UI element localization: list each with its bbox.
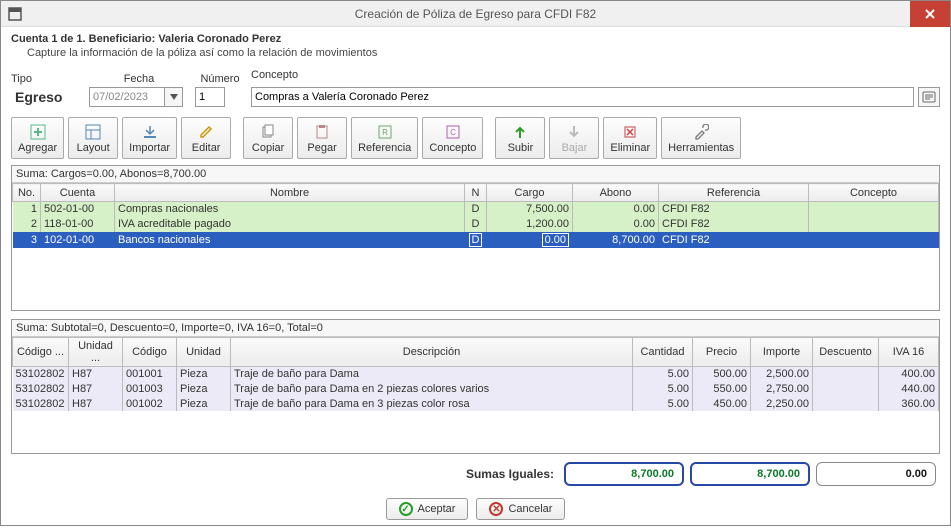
table-row[interactable]: 53102802 H87 001002 Pieza Traje de baño … [13,396,939,411]
layout-button[interactable]: Layout [68,117,118,159]
copiar-button[interactable]: Copiar [243,117,293,159]
detalle-summary: Suma: Subtotal=0, Descuento=0, Importe=0… [12,320,939,337]
label-fecha: Fecha [89,73,189,85]
table-row[interactable]: 2 118-01-00 IVA acreditable pagado D 1,2… [13,217,939,232]
col-cuenta[interactable]: Cuenta [41,184,115,202]
col-abono[interactable]: Abono [573,184,659,202]
fecha-dropdown-button[interactable] [165,87,183,107]
cancel-icon: ✕ [489,502,503,516]
movimientos-panel: Suma: Cargos=0.00, Abonos=8,700.00 No. C… [11,165,940,311]
pegar-button[interactable]: Pegar [297,117,347,159]
concepto-input[interactable] [251,87,914,107]
dialog-window: Creación de Póliza de Egreso para CFDI F… [0,0,951,526]
col-cargo[interactable]: Cargo [487,184,573,202]
movimientos-summary: Suma: Cargos=0.00, Abonos=8,700.00 [12,166,939,183]
titlebar: Creación de Póliza de Egreso para CFDI F… [1,1,950,27]
copy-icon [259,123,277,141]
paste-icon [313,123,331,141]
detalle-grid[interactable]: Código ... Unidad ... Código Unidad Desc… [12,337,939,412]
import-icon [141,123,159,141]
col-concepto[interactable]: Concepto [809,184,939,202]
movimientos-grid[interactable]: No. Cuenta Nombre N Cargo Abono Referenc… [12,183,939,248]
delete-icon [621,123,639,141]
table-row[interactable]: 53102802 H87 001001 Pieza Traje de baño … [13,366,939,381]
totals-label: Sumas Iguales: [466,467,554,481]
account-beneficiary-text: Cuenta 1 de 1. Beneficiario: Valeria Cor… [11,33,940,45]
instructions-text: Capture la información de la póliza así … [11,47,940,59]
toolbar: Agregar Layout Importar Editar Copiar Pe… [1,113,950,165]
form-row: Tipo Egreso Fecha Número Concepto [1,61,950,113]
totals-diff: 0.00 [816,462,936,486]
table-row[interactable]: 53102802 H87 001003 Pieza Traje de baño … [13,381,939,396]
col-precio[interactable]: Precio [693,337,751,366]
totals-abonos: 8,700.00 [690,462,810,486]
col-referencia[interactable]: Referencia [659,184,809,202]
herramientas-button[interactable]: Herramientas [661,117,741,159]
col-cantidad[interactable]: Cantidad [633,337,693,366]
col-descripcion[interactable]: Descripción [231,337,633,366]
detalle-header-row: Código ... Unidad ... Código Unidad Desc… [13,337,939,366]
movimientos-empty-area [12,248,939,310]
col-unidad[interactable]: Unidad [177,337,231,366]
eliminar-button[interactable]: Eliminar [603,117,657,159]
detalle-empty-area [12,411,939,453]
reference-icon: R [376,123,394,141]
col-unidad-sat[interactable]: Unidad ... [69,337,123,366]
app-icon [7,6,23,22]
importar-button[interactable]: Importar [122,117,177,159]
concept-icon: C [444,123,462,141]
detalle-panel: Suma: Subtotal=0, Descuento=0, Importe=0… [11,319,940,455]
table-row[interactable]: 1 502-01-00 Compras nacionales D 7,500.0… [13,202,939,217]
svg-text:R: R [382,128,388,137]
check-icon: ✓ [399,502,413,516]
movimientos-header-row: No. Cuenta Nombre N Cargo Abono Referenc… [13,184,939,202]
referencia-button[interactable]: R Referencia [351,117,418,159]
concepto-button[interactable]: C Concepto [422,117,483,159]
bajar-button[interactable]: Bajar [549,117,599,159]
label-tipo: Tipo [11,73,83,85]
col-no[interactable]: No. [13,184,41,202]
window-title: Creación de Póliza de Egreso para CFDI F… [1,7,950,21]
agregar-button[interactable]: Agregar [11,117,64,159]
col-codigo-sat[interactable]: Código ... [13,337,69,366]
arrow-down-icon [565,123,583,141]
plus-icon [29,123,47,141]
totals-cargos: 8,700.00 [564,462,684,486]
label-concepto: Concepto [251,69,940,81]
dialog-footer: ✓ Aceptar ✕ Cancelar [1,492,950,530]
concepto-picker-button[interactable] [918,87,940,107]
label-numero: Número [195,73,245,85]
col-nombre[interactable]: Nombre [115,184,465,202]
table-row-selected[interactable]: 3 102-01-00 Bancos nacionales D 0.00 8,7… [13,232,939,248]
layout-icon [84,123,102,141]
tools-icon [692,123,710,141]
cancelar-button[interactable]: ✕ Cancelar [476,498,565,520]
totals-row: Sumas Iguales: 8,700.00 8,700.00 0.00 [1,454,950,492]
col-importe[interactable]: Importe [751,337,813,366]
subir-button[interactable]: Subir [495,117,545,159]
close-button[interactable] [910,1,950,27]
col-descuento[interactable]: Descuento [813,337,879,366]
col-n[interactable]: N [465,184,487,202]
col-codigo[interactable]: Código [123,337,177,366]
tipo-value: Egreso [11,87,66,107]
edit-icon [197,123,215,141]
numero-input[interactable] [195,87,225,107]
subheader: Cuenta 1 de 1. Beneficiario: Valeria Cor… [1,27,950,61]
aceptar-button[interactable]: ✓ Aceptar [386,498,469,520]
col-iva[interactable]: IVA 16 [879,337,939,366]
arrow-up-icon [511,123,529,141]
editar-button[interactable]: Editar [181,117,231,159]
fecha-input[interactable] [89,87,165,107]
svg-text:C: C [450,128,456,137]
